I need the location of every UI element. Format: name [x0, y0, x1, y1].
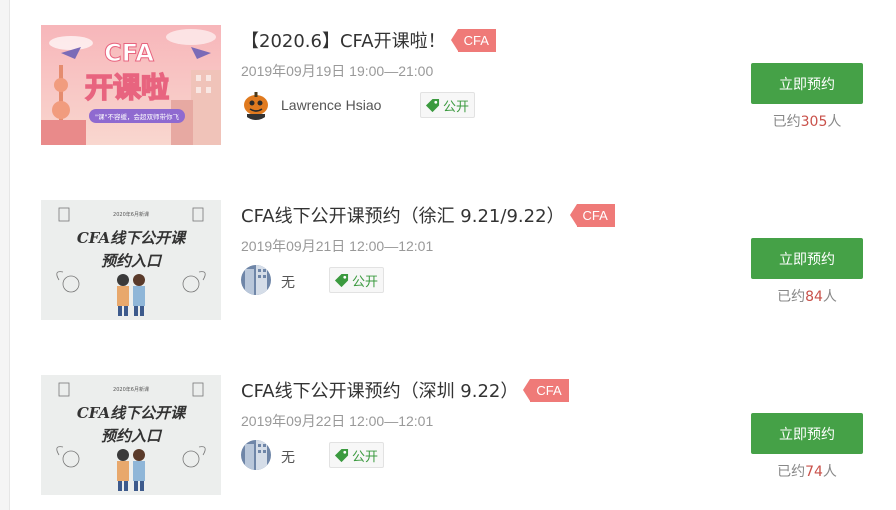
- teacher-name: Lawrence Hsiao: [281, 97, 382, 113]
- building-avatar-icon: [241, 265, 271, 295]
- price-tag-icon: [334, 448, 349, 462]
- booked-prefix: 已约: [777, 464, 806, 480]
- course-item: 2020年6月新课 CFA线下公开课 预约入口 CFA线下公开课预约（深圳 9.…: [10, 350, 896, 510]
- course-item: 2020年6月新课 CFA线下公开课 预约入口 CFA线下公开课预约（徐汇 9.…: [10, 175, 896, 335]
- course-time: 2019年09月19日 19:00—21:00: [241, 63, 434, 79]
- booked-suffix: 人: [822, 464, 837, 480]
- teacher-avatar: [241, 440, 271, 470]
- booked-count: 已约305人: [751, 111, 863, 131]
- svg-text:开课啦: 开课啦: [85, 71, 169, 104]
- teacher-name: 无: [281, 449, 295, 465]
- category-tag: CFA: [569, 203, 615, 227]
- svg-text:CFA线下公开课: CFA线下公开课: [77, 404, 187, 422]
- book-now-button[interactable]: 立即预约: [751, 238, 863, 279]
- booked-prefix: 已约: [772, 114, 801, 130]
- open-class-banner-image: 2020年6月新课 CFA线下公开课 预约入口: [41, 200, 221, 320]
- visibility-badge: 公开: [420, 92, 476, 118]
- course-thumbnail[interactable]: 2020年6月新课 CFA线下公开课 预约入口: [41, 375, 221, 495]
- course-title-row: 【2020.6】CFA开课啦！ CFA: [241, 27, 496, 53]
- course-title-row: CFA线下公开课预约（徐汇 9.21/9.22） CFA: [241, 202, 615, 228]
- course-title[interactable]: CFA线下公开课预约（徐汇 9.21/9.22）: [241, 202, 565, 228]
- visibility-label: 公开: [352, 273, 379, 289]
- svg-text:"课"不容缓，会超双师带你飞: "课"不容缓，会超双师带你飞: [95, 112, 179, 121]
- pumpkin-avatar-icon: [241, 90, 271, 120]
- teacher-avatar: [241, 265, 271, 295]
- booked-number: 305: [800, 114, 828, 130]
- open-class-banner-image: 2020年6月新课 CFA线下公开课 预约入口: [41, 375, 221, 495]
- booked-count: 已约74人: [751, 461, 863, 481]
- book-now-button[interactable]: 立即预约: [751, 413, 863, 454]
- category-tag: CFA: [523, 378, 569, 402]
- course-time: 2019年09月22日 12:00—12:01: [241, 413, 434, 429]
- book-now-button[interactable]: 立即预约: [751, 63, 863, 104]
- teacher-name: 无: [281, 274, 295, 290]
- svg-text:预约入口: 预约入口: [101, 427, 163, 445]
- course-time: 2019年09月21日 12:00—12:01: [241, 238, 434, 254]
- course-title-row: CFA线下公开课预约（深圳 9.22） CFA: [241, 377, 569, 403]
- teacher-avatar: [241, 90, 271, 120]
- price-tag-icon: [334, 273, 349, 287]
- price-tag-icon: [425, 98, 440, 112]
- course-title[interactable]: 【2020.6】CFA开课啦！: [241, 27, 446, 53]
- left-border: [0, 0, 10, 510]
- svg-text:CFA线下公开课: CFA线下公开课: [77, 229, 187, 247]
- svg-text:2020年6月新课: 2020年6月新课: [113, 211, 149, 218]
- booked-number: 84: [805, 289, 823, 305]
- booked-number: 74: [805, 464, 823, 480]
- visibility-label: 公开: [352, 448, 379, 464]
- course-item: CFA 开课啦 "课"不容缓，会超双师带你飞 【2020.6】CFA开课啦！ C…: [10, 0, 896, 160]
- course-title[interactable]: CFA线下公开课预约（深圳 9.22）: [241, 377, 518, 403]
- visibility-badge: 公开: [329, 267, 385, 293]
- visibility-label: 公开: [443, 98, 470, 114]
- booked-suffix: 人: [822, 289, 837, 305]
- booked-prefix: 已约: [777, 289, 806, 305]
- svg-text:CFA: CFA: [104, 39, 154, 67]
- svg-text:预约入口: 预约入口: [101, 252, 163, 270]
- course-thumbnail[interactable]: CFA 开课啦 "课"不容缓，会超双师带你飞: [41, 25, 221, 145]
- svg-text:2020年6月新课: 2020年6月新课: [113, 386, 149, 393]
- category-tag: CFA: [450, 28, 496, 52]
- booked-count: 已约84人: [751, 286, 863, 306]
- promo-banner-image: CFA 开课啦 "课"不容缓，会超双师带你飞: [41, 25, 221, 145]
- visibility-badge: 公开: [329, 442, 385, 468]
- booked-suffix: 人: [827, 114, 842, 130]
- building-avatar-icon: [241, 440, 271, 470]
- course-thumbnail[interactable]: 2020年6月新课 CFA线下公开课 预约入口: [41, 200, 221, 320]
